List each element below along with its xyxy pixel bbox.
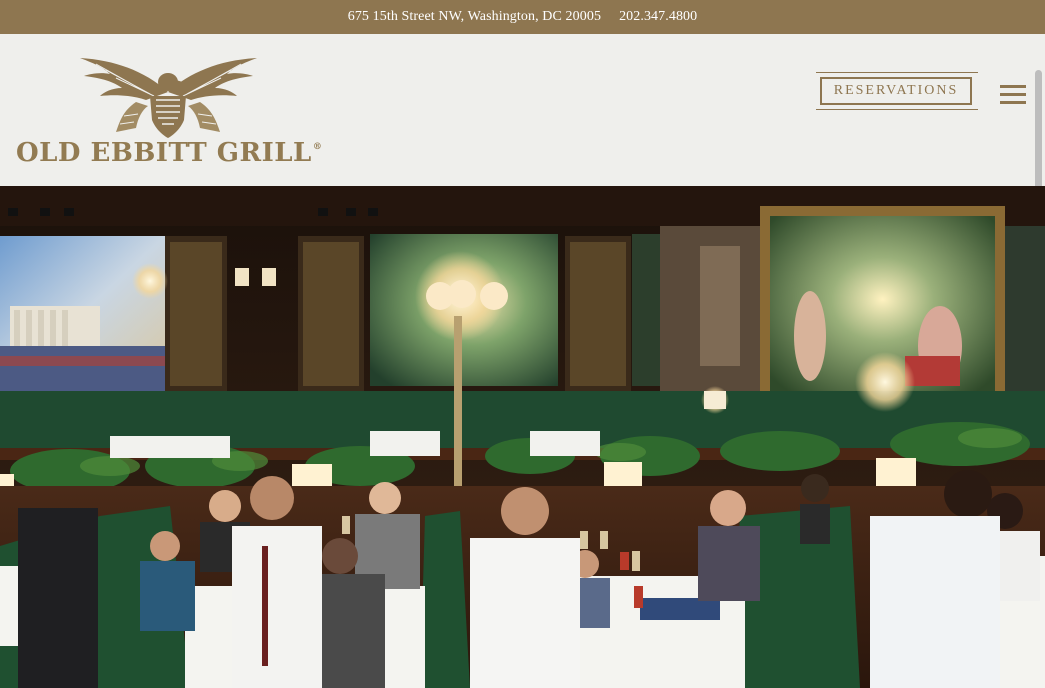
eagle-logo-icon [80,58,257,138]
logo[interactable]: OLD EBBITT GRILL® [16,52,323,170]
dining-room-photo [0,186,1045,688]
site-header: OLD EBBITT GRILL® RESERVATIONS [0,34,1045,192]
top-info-bar: 675 15th Street NW, Washington, DC 20005… [0,0,1045,34]
hamburger-menu-icon[interactable] [1000,85,1026,105]
phone-text[interactable]: 202.347.4800 [619,9,697,25]
logo-wordmark: OLD EBBITT GRILL® [16,138,323,168]
address-text[interactable]: 675 15th Street NW, Washington, DC 20005 [348,9,601,25]
scrollbar-thumb[interactable] [1035,70,1042,192]
reservations-button[interactable]: RESERVATIONS [816,72,978,110]
reservations-label: RESERVATIONS [820,77,972,105]
hero-image [0,186,1045,688]
